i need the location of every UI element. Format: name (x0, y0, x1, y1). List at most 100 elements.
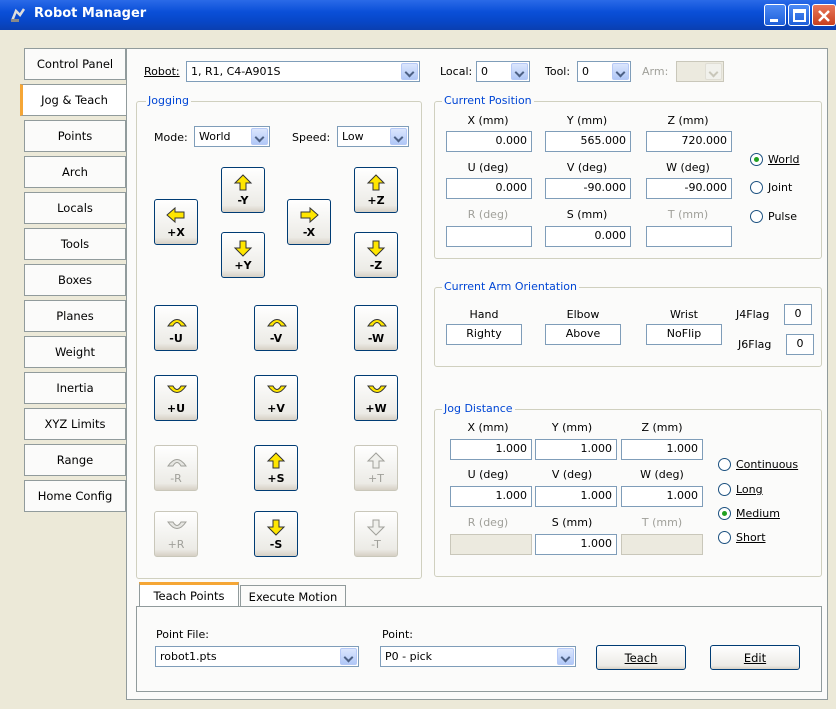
coord-pulse-radio[interactable]: Pulse (750, 210, 797, 223)
radio-label: Continuous (736, 458, 799, 471)
jog-plus-z-button[interactable]: +Z (354, 167, 398, 213)
dist-medium-radio[interactable]: Medium (718, 507, 780, 520)
jog-minus-u-button[interactable]: -U (154, 305, 198, 351)
jog-plus-x-button[interactable]: +X (154, 199, 198, 245)
tab-teach-points[interactable]: Teach Points (139, 582, 239, 606)
sidebar-tab-boxes[interactable]: Boxes (24, 264, 126, 296)
tab-label: Boxes (57, 273, 93, 287)
pos-r-field[interactable] (446, 226, 532, 247)
close-button[interactable] (812, 4, 836, 26)
dist-r-field[interactable] (450, 534, 532, 555)
jog-minus-r-button[interactable]: -R (154, 445, 198, 491)
pos-u-label: U (deg) (467, 161, 509, 174)
dist-short-radio[interactable]: Short (718, 531, 766, 544)
sidebar-tab-tools[interactable]: Tools (24, 228, 126, 260)
jog-plus-r-button[interactable]: +R (154, 511, 198, 557)
pos-t-field[interactable] (646, 226, 732, 247)
dist-z-field[interactable]: 1.000 (621, 439, 703, 460)
radio-label: Pulse (768, 210, 797, 223)
jog-minus-y-button[interactable]: -Y (221, 167, 265, 213)
jog-plus-v-button[interactable]: +V (254, 375, 298, 421)
button-label: -S (269, 538, 283, 551)
pos-w-field[interactable]: -90.000 (646, 178, 732, 199)
jog-plus-u-button[interactable]: +U (154, 375, 198, 421)
radio-label: Long (736, 483, 763, 496)
sidebar-tab-weight[interactable]: Weight (24, 336, 126, 368)
dist-y-field[interactable]: 1.000 (535, 439, 617, 460)
pos-s-field[interactable]: 0.000 (545, 226, 631, 247)
pos-y-field[interactable]: 565.000 (545, 131, 631, 152)
dist-w-label: W (deg) (640, 468, 684, 481)
sidebar-tab-arch[interactable]: Arch (24, 156, 126, 188)
jog-minus-z-button[interactable]: -Z (354, 232, 398, 278)
speed-select[interactable]: Low (337, 126, 409, 147)
button-label: +S (267, 472, 285, 485)
sidebar-tab-locals[interactable]: Locals (24, 192, 126, 224)
minimize-button[interactable] (764, 4, 786, 26)
title-bar[interactable]: Robot Manager (0, 0, 836, 30)
sidebar-tab-range[interactable]: Range (24, 444, 126, 476)
pos-x-field[interactable]: 0.000 (446, 131, 532, 152)
dist-v-field[interactable]: 1.000 (535, 486, 617, 507)
jog-plus-s-button[interactable]: +S (254, 445, 298, 491)
point-file-select[interactable]: robot1.pts (155, 646, 359, 667)
sidebar-tab-points[interactable]: Points (24, 120, 126, 152)
edit-button[interactable]: Edit (710, 645, 800, 670)
robot-select[interactable]: 1, R1, C4-A901S (186, 61, 420, 82)
jog-minus-s-button[interactable]: -S (254, 511, 298, 557)
coord-world-radio[interactable]: World (750, 153, 800, 166)
sidebar-tab-planes[interactable]: Planes (24, 300, 126, 332)
dist-w-field[interactable]: 1.000 (621, 486, 703, 507)
jog-minus-t-button[interactable]: -T (354, 511, 398, 557)
pos-v-field[interactable]: -90.000 (545, 178, 631, 199)
coord-joint-radio[interactable]: Joint (750, 181, 792, 194)
sidebar-tab-control-panel[interactable]: Control Panel (24, 48, 126, 80)
point-select[interactable]: P0 - pick (380, 646, 576, 667)
close-icon (818, 10, 830, 22)
arrow-down-icon (266, 519, 286, 536)
radio-label: World (768, 153, 800, 166)
dist-t-label: T (mm) (641, 516, 683, 529)
pos-u-field[interactable]: 0.000 (446, 178, 532, 199)
dist-long-radio[interactable]: Long (718, 483, 763, 496)
jog-plus-y-button[interactable]: +Y (221, 232, 265, 278)
tool-select[interactable]: 0 (577, 61, 631, 82)
jog-plus-t-button[interactable]: +T (354, 445, 398, 491)
local-select[interactable]: 0 (476, 61, 530, 82)
hand-field[interactable]: Righty (446, 324, 522, 345)
dist-u-field[interactable]: 1.000 (450, 486, 532, 507)
tab-execute-motion[interactable]: Execute Motion (240, 585, 346, 607)
wrist-field[interactable]: NoFlip (646, 324, 722, 345)
j4flag-field[interactable]: 0 (784, 304, 812, 325)
sidebar-tab-home-config[interactable]: Home Config (24, 480, 126, 512)
button-label: -V (269, 332, 283, 345)
sidebar-tab-jog-teach[interactable]: Jog & Teach (20, 84, 127, 116)
dist-s-field[interactable]: 1.000 (535, 534, 617, 555)
radio-label: Short (736, 531, 766, 544)
maximize-button[interactable] (788, 4, 810, 26)
dist-x-field[interactable]: 1.000 (450, 439, 532, 460)
j6flag-field[interactable]: 0 (786, 334, 814, 355)
dist-s-label: S (mm) (551, 516, 593, 529)
dist-r-label: R (deg) (467, 516, 509, 529)
robot-label: Robot: (144, 65, 180, 78)
hand-label: Hand (469, 308, 499, 321)
radio-dot (718, 531, 731, 544)
elbow-field[interactable]: Above (545, 324, 621, 345)
sidebar-tab-inertia[interactable]: Inertia (24, 372, 126, 404)
pos-s-label: S (mm) (566, 208, 608, 221)
mode-select[interactable]: World (194, 126, 270, 147)
pos-z-field[interactable]: 720.000 (646, 131, 732, 152)
sidebar-tab-xyz-limits[interactable]: XYZ Limits (24, 408, 126, 440)
dist-continuous-radio[interactable]: Continuous (718, 458, 798, 471)
jog-minus-x-button[interactable]: -X (287, 199, 331, 245)
arm-select[interactable] (676, 61, 724, 82)
tab-label: Tools (60, 237, 90, 251)
dist-t-field[interactable] (621, 534, 703, 555)
jog-minus-v-button[interactable]: -V (254, 305, 298, 351)
point-file-value: robot1.pts (160, 650, 217, 663)
teach-button[interactable]: Teach (596, 645, 686, 670)
tab-label: Teach Points (153, 588, 225, 603)
jog-minus-w-button[interactable]: -W (354, 305, 398, 351)
jog-plus-w-button[interactable]: +W (354, 375, 398, 421)
